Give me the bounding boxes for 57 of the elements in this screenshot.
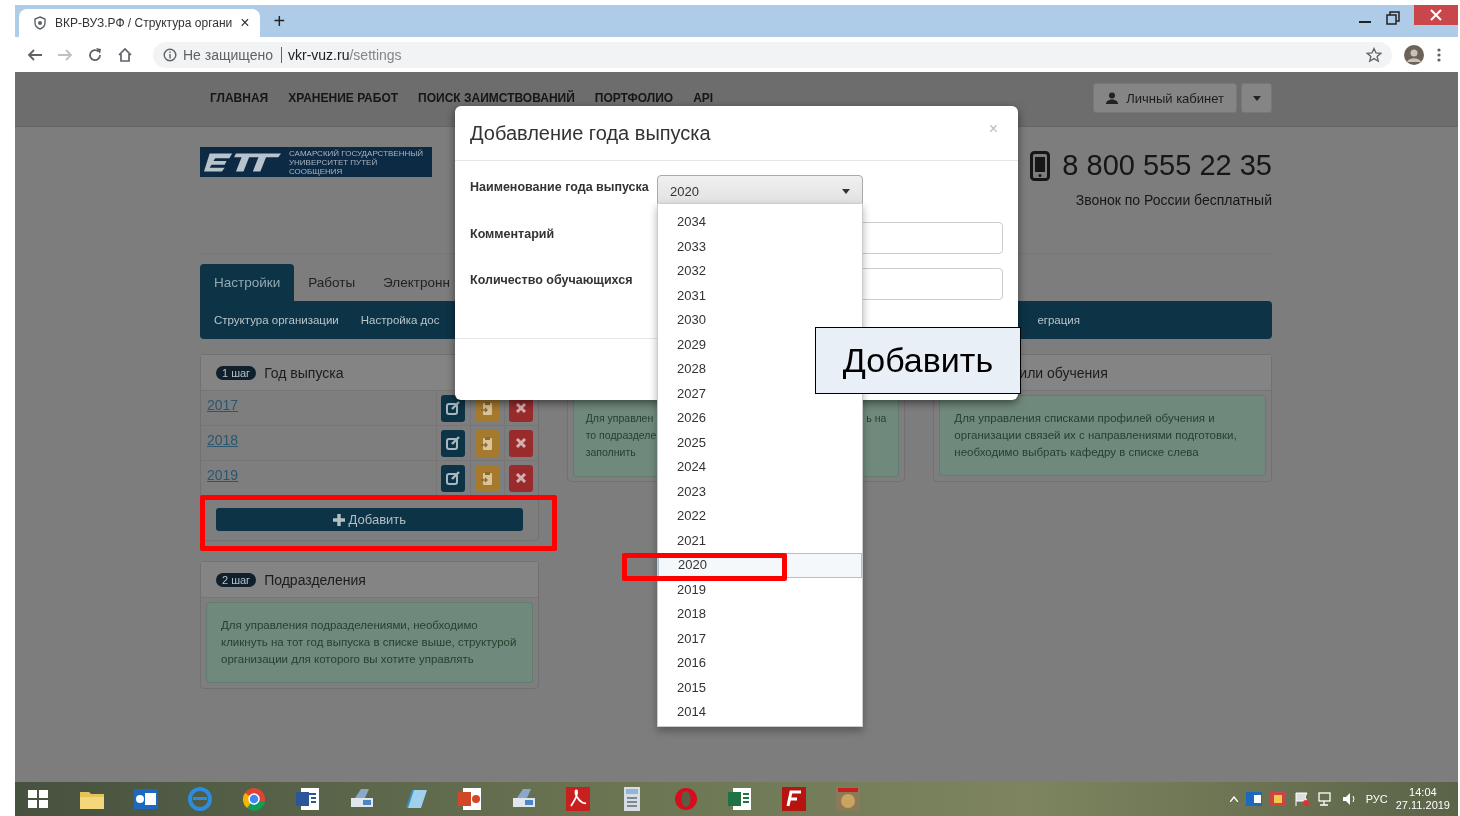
year-option[interactable]: 2023	[658, 479, 862, 504]
callout-label: Добавить	[815, 327, 1021, 394]
address-bar[interactable]: Не защищено vkr-vuz.ru/settings	[153, 41, 1392, 68]
year-option[interactable]: 2016	[658, 651, 862, 676]
browser-tab[interactable]: ВКР-ВУЗ.РФ / Структура органи ×	[19, 9, 260, 37]
year-option[interactable]: 2034	[658, 210, 862, 235]
nav-link[interactable]: API	[683, 92, 724, 104]
tab-title: ВКР-ВУЗ.РФ / Структура органи	[55, 16, 233, 30]
year-option[interactable]: 2017	[658, 626, 862, 651]
field-label: Наименование года выпуска	[470, 179, 650, 196]
sub-nav-link[interactable]: Структура организации	[214, 314, 339, 326]
tab-close-button[interactable]: ×	[240, 14, 250, 32]
year-option[interactable]: 2026	[658, 406, 862, 431]
field-label: Количество обучающихся	[470, 272, 634, 289]
year-option[interactable]: 2031	[658, 283, 862, 308]
message-line: Для управлен	[585, 411, 655, 426]
field-label: Комментарий	[470, 226, 556, 243]
step-badge: 2 шаг	[216, 572, 257, 587]
nav-link[interactable]: ПОРТФОЛИО	[584, 92, 684, 104]
sub-nav-link[interactable]: еграция	[1037, 314, 1080, 326]
card-title: Подразделения	[264, 571, 366, 588]
sub-nav-link[interactable]: Настройка дос	[360, 314, 440, 326]
new-tab-button[interactable]: +	[273, 10, 286, 33]
logo-caption: САМАРСКИЙ ГОСУДАРСТВЕННЫЙ УНИВЕРСИТЕТ ПУТЕЙ СООБЩЕНИЯ	[288, 148, 425, 176]
nav-link[interactable]: ГЛАВНАЯ	[200, 92, 279, 104]
year-option[interactable]: 2015	[658, 675, 862, 700]
nav-link[interactable]: ХРАНЕНИЕ РАБОТ	[278, 92, 409, 104]
url-host: vkr-vuz.ru	[288, 46, 350, 63]
security-label: Не защищено	[183, 46, 282, 63]
year-option[interactable]: 2018	[658, 602, 862, 627]
message-line: то подразделе	[585, 428, 657, 443]
year-option[interactable]: 2019	[658, 577, 862, 602]
year-option[interactable]: 2022	[658, 504, 862, 529]
card-title: Год выпуска	[264, 364, 344, 381]
tab[interactable]: Настройки	[200, 264, 295, 301]
phone-note: Звонок по России бесплатный	[1075, 192, 1272, 208]
step-badge: 1 шаг	[216, 365, 257, 380]
add-button[interactable]: Добавить	[216, 508, 523, 531]
year-option[interactable]: 2014	[658, 700, 862, 725]
year-option[interactable]: 2032	[658, 259, 862, 284]
info-message: Для управления списками профилей обучения и организации связей их с направлениями подготовки, необходимо выбрать кафедру в списке слева	[939, 395, 1266, 476]
year-option[interactable]: 2033	[658, 234, 862, 259]
tab[interactable]: Работы	[294, 264, 370, 301]
year-option[interactable]: 2025	[658, 430, 862, 455]
dialog-title: Добавление года выпуска	[470, 121, 711, 145]
year-option[interactable]: 2021	[658, 528, 862, 553]
info-message: Для управления подразделениями, необходимо кликнуть на тот год выпуска в списке выше, структурой организации для которого вы хотите управлять	[206, 602, 533, 683]
account-button[interactable]: Личный кабинет	[1093, 83, 1237, 113]
clock-date[interactable]: 27.11.2019	[1395, 799, 1450, 812]
phone-number: 8 800 555 22 35	[1062, 149, 1272, 182]
clock-time[interactable]: 14:04	[1409, 786, 1437, 799]
url-path: /settings	[349, 46, 402, 63]
nav-link[interactable]: ПОИСК ЗАИМСТВОВАНИЙ	[408, 92, 585, 104]
message-line: ь на	[866, 411, 887, 426]
language-indicator[interactable]: РУС	[1365, 793, 1388, 805]
message-line: заполнить	[585, 445, 637, 460]
year-option[interactable]: 2024	[658, 455, 862, 480]
